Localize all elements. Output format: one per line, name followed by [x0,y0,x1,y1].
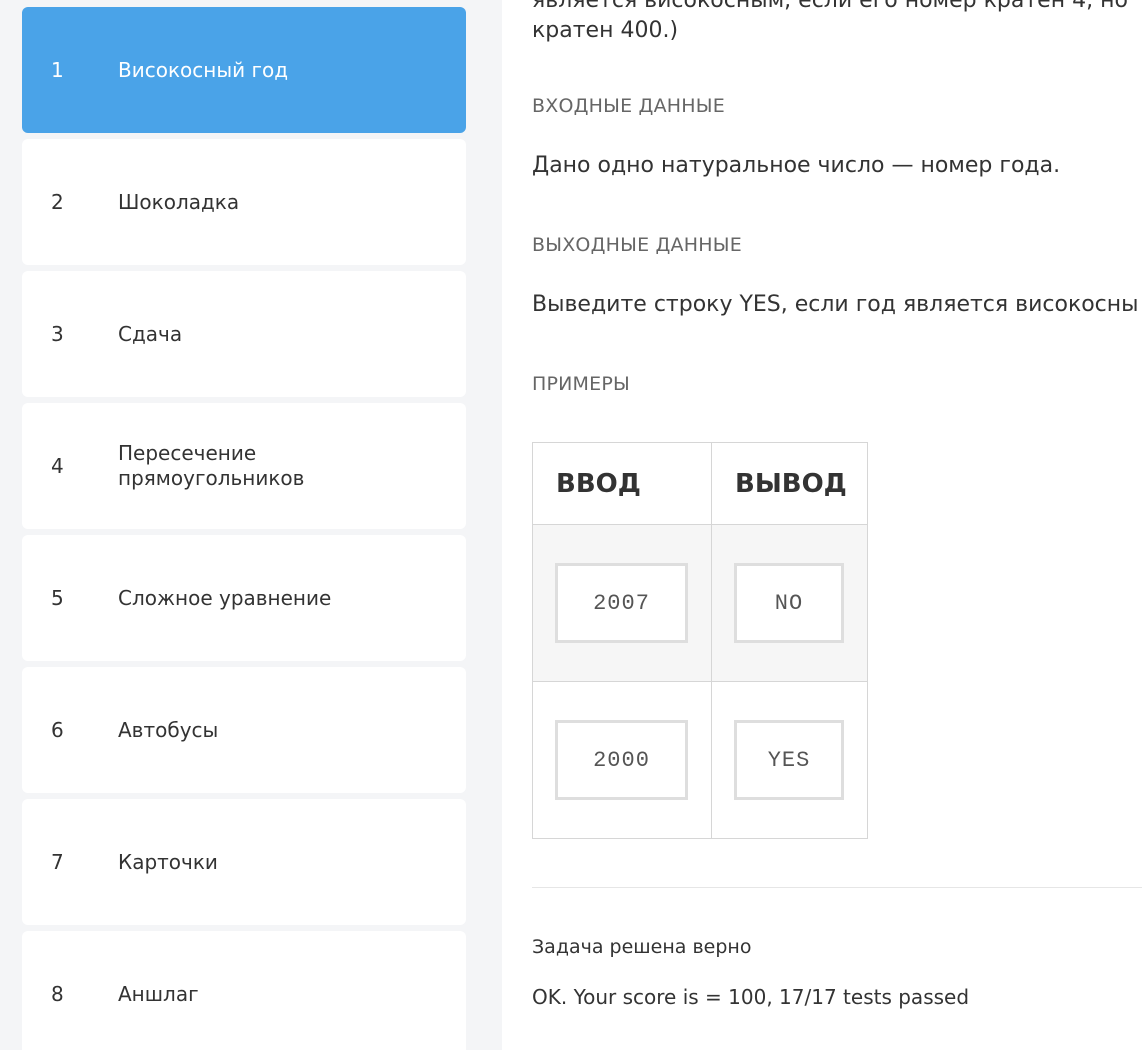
task-title: Шоколадка [118,189,240,214]
sample-output[interactable]: YES [734,720,844,800]
result-status: Задача решена верно [532,936,752,958]
task-number: 4 [51,454,64,478]
task-number: 3 [51,322,64,346]
input-section-label: ВХОДНЫЕ ДАННЫЕ [532,95,725,117]
task-number: 7 [51,850,64,874]
input-description: Дано одно натуральное число — номер года… [532,153,1061,178]
task-title: Сдача [118,321,183,346]
sample-input[interactable]: 2000 [555,720,688,800]
task-item-5[interactable]: 5 Сложное уравнение [22,535,466,661]
statement-line: кратен 400.) [532,18,679,43]
task-item-1[interactable]: 1 Високосный год [22,7,466,133]
problem-statement-tail: является високосным, если его номер крат… [532,0,1142,46]
task-item-6[interactable]: 6 Автобусы [22,667,466,793]
task-number: 2 [51,190,64,214]
task-number: 5 [51,586,64,610]
result-score: OK. Your score is = 100, 17/17 tests pas… [532,985,970,1009]
task-item-3[interactable]: 3 Сдача [22,271,466,397]
sample-output[interactable]: NO [734,563,844,643]
task-item-7[interactable]: 7 Карточки [22,799,466,925]
example-output-cell: YES [711,681,868,839]
table-row: 2000 YES [532,681,868,839]
problem-content: является високосным, если его номер крат… [532,0,1142,1050]
output-section-label: ВЫХОДНЫЕ ДАННЫЕ [532,234,742,256]
task-number: 8 [51,982,64,1006]
output-column-header: ВЫВОД [711,442,868,525]
divider [532,887,1142,888]
examples-section-label: ПРИМЕРЫ [532,373,630,395]
task-title: Автобусы [118,717,219,742]
task-number: 6 [51,718,64,742]
task-item-8[interactable]: 8 Аншлаг [22,931,466,1057]
task-number: 1 [51,58,64,82]
task-item-2[interactable]: 2 Шоколадка [22,139,466,265]
examples-header-row: ВВОД ВЫВОД [532,442,868,525]
output-description: Выведите строку YES, если год является в… [532,292,1139,317]
task-title: Високосный год [118,57,289,82]
example-output-cell: NO [711,524,868,682]
task-title: Сложное уравнение [118,585,332,610]
task-title: Аншлаг [118,981,199,1006]
statement-line: является високосным, если его номер крат… [532,0,1128,13]
examples-table: ВВОД ВЫВОД 2007 NO 2000 YES [532,442,868,839]
example-input-cell: 2000 [532,681,712,839]
example-input-cell: 2007 [532,524,712,682]
task-title: Карточки [118,849,218,874]
table-row: 2007 NO [532,524,868,682]
input-column-header: ВВОД [532,442,712,525]
sample-input[interactable]: 2007 [555,563,688,643]
task-sidebar: 1 Високосный год 2 Шоколадка 3 Сдача 4 П… [0,0,502,1057]
task-title: Пересечение прямоугольников [118,441,305,490]
task-item-4[interactable]: 4 Пересечение прямоугольников [22,403,466,529]
